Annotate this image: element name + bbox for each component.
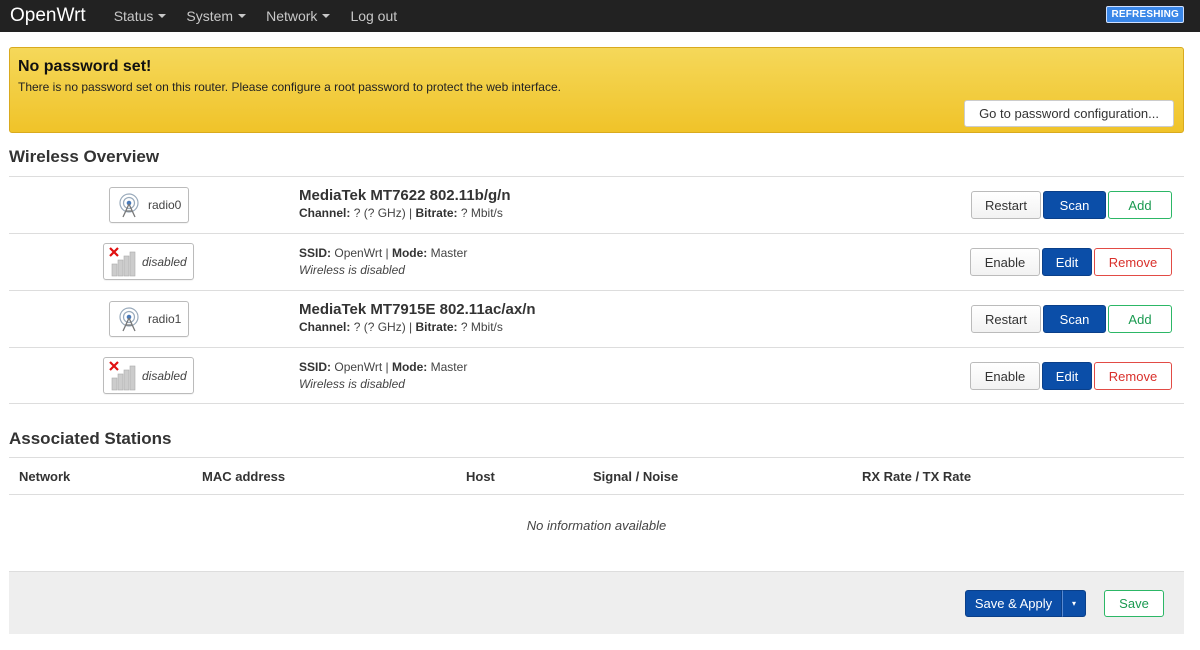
iface-ssid-line: SSID: OpenWrt | Mode: Master (299, 246, 467, 260)
radio-badge[interactable]: radio0 (109, 187, 189, 223)
alert-title: No password set! (18, 58, 152, 75)
mode-label: Mode: (391, 360, 428, 374)
iface-status-badge[interactable]: disabled (103, 243, 194, 280)
empty-table-message: No information available (526, 517, 667, 533)
separator: | (409, 320, 413, 334)
ssid-value: OpenWrt (334, 360, 383, 374)
column-host: Host (466, 469, 495, 484)
radio-badge[interactable]: radio1 (109, 301, 189, 337)
menu-logout-label: Log out (350, 8, 398, 24)
footer-action-bar: Save & Apply ▾ Save (9, 571, 1184, 634)
device-info: MediaTek MT7915E 802.11ac/ax/n Channel: … (299, 301, 536, 334)
device-channel-line: Channel: ? (? GHz) | Bitrate: ? Mbit/s (299, 206, 510, 220)
wireless-device-row: radio1 MediaTek MT7915E 802.11ac/ax/n Ch… (9, 290, 1184, 347)
edit-button[interactable]: Edit (1042, 362, 1092, 390)
password-warning-alert: No password set! There is no password se… (9, 47, 1184, 133)
save-apply-group: Save & Apply ▾ (965, 590, 1086, 617)
column-network: Network (19, 469, 71, 484)
restart-button[interactable]: Restart (971, 191, 1041, 219)
row-actions: Enable Edit Remove (970, 248, 1172, 276)
ssid-label: SSID: (299, 360, 332, 374)
menu-status[interactable]: Status (114, 8, 167, 24)
device-title: MediaTek MT7622 802.11b/g/n (299, 187, 511, 204)
scan-button[interactable]: Scan (1043, 191, 1106, 219)
edit-button[interactable]: Edit (1042, 248, 1092, 276)
top-navbar: OpenWrt Status System Network Log out RE… (0, 0, 1200, 32)
device-title: MediaTek MT7915E 802.11ac/ax/n (299, 301, 536, 318)
ssid-label: SSID: (299, 246, 332, 260)
caret-down-icon (158, 14, 167, 18)
signal-disabled-icon (109, 360, 136, 390)
channel-label: Channel: (299, 320, 351, 334)
device-info: MediaTek MT7622 802.11b/g/n Channel: ? (… (299, 187, 510, 220)
save-button[interactable]: Save (1104, 590, 1164, 617)
restart-button[interactable]: Restart (971, 305, 1041, 333)
mode-value: Master (430, 246, 468, 260)
iface-status-badge[interactable]: disabled (103, 357, 194, 394)
wifi-antenna-icon (119, 193, 139, 218)
caret-down-icon (322, 14, 331, 18)
associated-stations-heading: Associated Stations (9, 429, 172, 448)
separator: | (409, 206, 413, 220)
associated-stations-table: Network MAC address Host Signal / Noise … (9, 457, 1184, 555)
column-signal-noise: Signal / Noise (593, 469, 679, 484)
iface-status-label: disabled (142, 254, 187, 269)
scan-button[interactable]: Scan (1043, 305, 1106, 333)
separator: | (385, 246, 389, 260)
bitrate-value: ? Mbit/s (460, 320, 503, 334)
remove-button[interactable]: Remove (1094, 248, 1172, 276)
iface-info: SSID: OpenWrt | Mode: Master Wireless is… (299, 360, 467, 391)
table-header: Network MAC address Host Signal / Noise … (9, 457, 1184, 495)
wireless-iface-row: disabled SSID: OpenWrt | Mode: Master Wi… (9, 347, 1184, 404)
column-rx-tx-rate: RX Rate / TX Rate (862, 469, 972, 484)
save-apply-dropdown-icon[interactable]: ▾ (1062, 590, 1086, 617)
ssid-value: OpenWrt (334, 246, 383, 260)
add-button[interactable]: Add (1108, 191, 1172, 219)
brand-logo[interactable]: OpenWrt (10, 0, 86, 32)
separator: | (385, 360, 389, 374)
iface-status-label: disabled (142, 368, 187, 383)
menu-network[interactable]: Network (266, 8, 331, 24)
radio-badge-label: radio1 (148, 312, 182, 326)
device-channel-line: Channel: ? (? GHz) | Bitrate: ? Mbit/s (299, 320, 536, 334)
channel-label: Channel: (299, 206, 351, 220)
menu-logout[interactable]: Log out (350, 8, 397, 24)
menu-network-label: Network (266, 8, 318, 24)
wifi-antenna-icon (119, 307, 139, 332)
add-button[interactable]: Add (1108, 305, 1172, 333)
enable-button[interactable]: Enable (970, 248, 1040, 276)
wireless-overview-heading: Wireless Overview (9, 147, 160, 166)
bitrate-value: ? Mbit/s (460, 206, 503, 220)
iface-info: SSID: OpenWrt | Mode: Master Wireless is… (299, 246, 467, 277)
wireless-iface-row: disabled SSID: OpenWrt | Mode: Master Wi… (9, 233, 1184, 290)
refreshing-badge[interactable]: REFRESHING (1106, 6, 1184, 23)
remove-button[interactable]: Remove (1094, 362, 1172, 390)
go-to-password-config-button[interactable]: Go to password configuration... (964, 100, 1174, 127)
wireless-device-row: radio0 MediaTek MT7622 802.11b/g/n Chann… (9, 176, 1184, 233)
mode-label: Mode: (391, 246, 428, 260)
iface-status-text: Wireless is disabled (299, 263, 405, 277)
row-actions: Restart Scan Add (971, 191, 1172, 219)
alert-text: There is no password set on this router.… (18, 80, 561, 94)
channel-value: ? (? GHz) (353, 206, 406, 220)
iface-status-text: Wireless is disabled (299, 377, 405, 391)
mode-value: Master (430, 360, 468, 374)
row-actions: Enable Edit Remove (970, 362, 1172, 390)
enable-button[interactable]: Enable (970, 362, 1040, 390)
menu-system[interactable]: System (186, 8, 247, 24)
menu-system-label: System (186, 8, 234, 24)
signal-disabled-icon (109, 246, 136, 276)
menu-status-label: Status (113, 8, 154, 24)
radio-badge-label: radio0 (148, 198, 182, 212)
bitrate-label: Bitrate: (415, 206, 458, 220)
channel-value: ? (? GHz) (353, 320, 406, 334)
bitrate-label: Bitrate: (415, 320, 458, 334)
row-actions: Restart Scan Add (971, 305, 1172, 333)
save-apply-button[interactable]: Save & Apply (965, 590, 1062, 617)
caret-down-icon (238, 14, 247, 18)
column-mac-address: MAC address (202, 469, 286, 484)
wireless-overview-table: radio0 MediaTek MT7622 802.11b/g/n Chann… (9, 176, 1184, 404)
iface-ssid-line: SSID: OpenWrt | Mode: Master (299, 360, 467, 374)
